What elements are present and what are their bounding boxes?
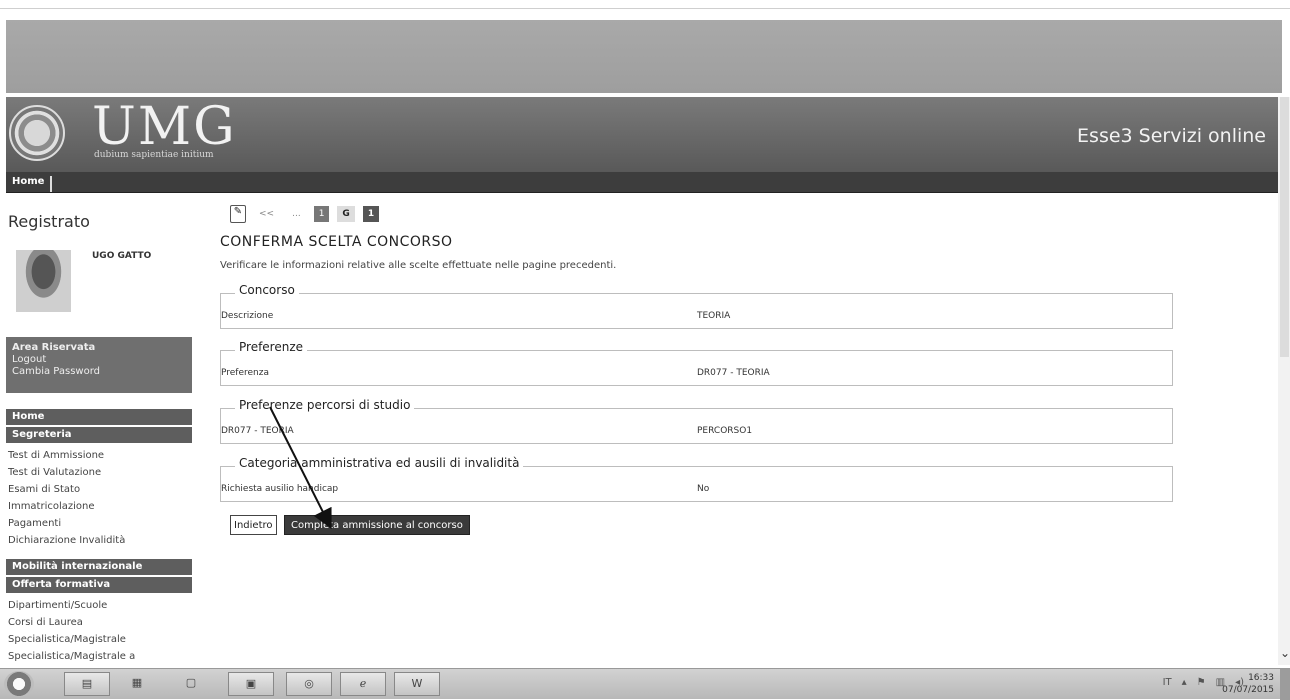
site-header: UMG dubium sapientiae initium Esse3 Serv… xyxy=(6,97,1278,172)
field-value: No xyxy=(697,484,710,494)
word-icon[interactable]: W xyxy=(394,672,440,696)
section-border xyxy=(221,350,1172,351)
sidebar-link-corsi-laurea[interactable]: Corsi di Laurea xyxy=(6,617,83,628)
sidebar-link-specialistica-a[interactable]: Specialistica/Magistrale a xyxy=(6,651,135,662)
field-value: PERCORSO1 xyxy=(697,426,753,436)
step-1[interactable]: 1 xyxy=(313,206,330,222)
sidebar-item-offerta[interactable]: Offerta formativa xyxy=(6,577,192,593)
sidebar-item-mobilita[interactable]: Mobilità internazionale xyxy=(6,559,192,575)
sidebar-link-esami-stato[interactable]: Esami di Stato xyxy=(6,484,80,495)
logo-motto: dubium sapientiae initium xyxy=(94,150,214,160)
change-password-link[interactable]: Cambia Password xyxy=(12,366,186,378)
window-icon[interactable]: ▢ xyxy=(176,672,206,696)
field-value: DR077 - TEORIA xyxy=(697,368,770,378)
field-label: Richiesta ausilio handicap xyxy=(221,484,339,494)
browser-top-band xyxy=(0,0,1290,95)
sidebar-link-test-valutazione[interactable]: Test di Valutazione xyxy=(6,467,101,478)
user-name: UGO GATTO xyxy=(92,251,152,261)
sidebar-item-segreteria[interactable]: Segreteria xyxy=(6,427,192,443)
flag-icon[interactable]: ⚑ xyxy=(1197,677,1206,688)
reserved-area-title[interactable]: Area Riservata xyxy=(12,342,186,354)
user-avatar xyxy=(16,250,71,312)
site-title: Esse3 Servizi online xyxy=(1077,125,1266,147)
show-desktop-button[interactable] xyxy=(1280,669,1290,700)
sidebar-link-specialistica[interactable]: Specialistica/Magistrale xyxy=(6,634,126,645)
keyboard-icon[interactable]: IT xyxy=(1163,677,1172,688)
sidebar-link-dichiarazione-invalidita[interactable]: Dichiarazione Invalidità xyxy=(6,535,125,546)
field-value: TEORIA xyxy=(697,311,731,321)
logout-link[interactable]: Logout xyxy=(12,354,186,366)
left-sidebar: Registrato UGO GATTO Area Riservata Logo… xyxy=(6,195,192,665)
field-label: Preferenza xyxy=(221,368,269,378)
section-percorsi-studio: Preferenze percorsi di studio DR077 - TE… xyxy=(220,398,1173,444)
camera-icon[interactable]: ◎ xyxy=(286,672,332,696)
browser-toolbar-area xyxy=(6,20,1282,93)
section-legend: Preferenze percorsi di studio xyxy=(235,398,415,412)
field-label: DR077 - TEORIA xyxy=(221,426,294,436)
step-g[interactable]: G xyxy=(337,206,355,222)
internet-explorer-icon[interactable]: ℯ xyxy=(340,672,386,696)
section-categoria-amministrativa: Categoria amministrativa ed ausili di in… xyxy=(220,456,1173,502)
library-icon[interactable]: ▤ xyxy=(64,672,110,696)
windows-taskbar: ▤ ▦ ▢ ▣ ◎ ℯ W IT ▴ ⚑ ▥ ◂) 16:33 07/07/20… xyxy=(0,668,1290,700)
page-title: CONFERMA SCELTA CONCORSO xyxy=(220,234,453,250)
taskbar-clock[interactable]: 16:33 07/07/2015 xyxy=(1222,672,1274,696)
start-button-icon[interactable] xyxy=(4,671,34,697)
top-navbar: Home xyxy=(6,172,1278,193)
chevron-up-icon[interactable]: ▴ xyxy=(1182,677,1187,688)
scrollbar-thumb[interactable] xyxy=(1280,97,1289,357)
sidebar-link-dipartimenti[interactable]: Dipartimenti/Scuole xyxy=(6,600,107,611)
clock-time: 16:33 xyxy=(1248,673,1274,683)
logo-text: UMG xyxy=(92,97,237,157)
back-button[interactable]: Indietro xyxy=(230,515,277,535)
sidebar-title: Registrato xyxy=(8,212,90,231)
section-concorso: Concorso Descrizione TEORIA xyxy=(220,283,1173,329)
section-preferenze: Preferenze Preferenza DR077 - TEORIA xyxy=(220,340,1173,386)
sidebar-link-immatricolazione[interactable]: Immatricolazione xyxy=(6,501,95,512)
sidebar-link-test-ammissione[interactable]: Test di Ammissione xyxy=(6,450,104,461)
section-border xyxy=(221,293,1172,294)
university-seal-logo xyxy=(9,105,65,161)
nav-home-link[interactable]: Home xyxy=(12,176,53,192)
clock-date: 07/07/2015 xyxy=(1222,685,1274,695)
sidebar-link-pagamenti[interactable]: Pagamenti xyxy=(6,518,61,529)
sidebar-item-home[interactable]: Home xyxy=(6,409,192,425)
section-legend: Preferenze xyxy=(235,340,308,354)
step-breadcrumb: ✎ << ... 1 G 1 xyxy=(230,202,380,226)
intro-text: Verificare le informazioni relative alle… xyxy=(220,260,617,271)
chevron-down-icon[interactable]: ⌄ xyxy=(1280,646,1290,660)
step-current: 1 xyxy=(362,206,380,222)
page-scrollbar[interactable] xyxy=(1278,97,1290,665)
step-first[interactable]: << xyxy=(254,206,279,222)
reserved-area-box: Area Riservata Logout Cambia Password xyxy=(6,337,192,393)
section-legend: Concorso xyxy=(235,283,299,297)
browser-top-line xyxy=(0,8,1290,9)
step-ellipsis: ... xyxy=(292,209,301,219)
complete-admission-button[interactable]: Completa ammissione al concorso xyxy=(284,515,470,535)
media-icon[interactable]: ▣ xyxy=(228,672,274,696)
section-legend: Categoria amministrativa ed ausili di in… xyxy=(235,456,524,470)
folder-icon[interactable]: ▦ xyxy=(122,672,152,696)
field-label: Descrizione xyxy=(221,311,274,321)
legend-icon[interactable]: ✎ xyxy=(230,205,246,223)
